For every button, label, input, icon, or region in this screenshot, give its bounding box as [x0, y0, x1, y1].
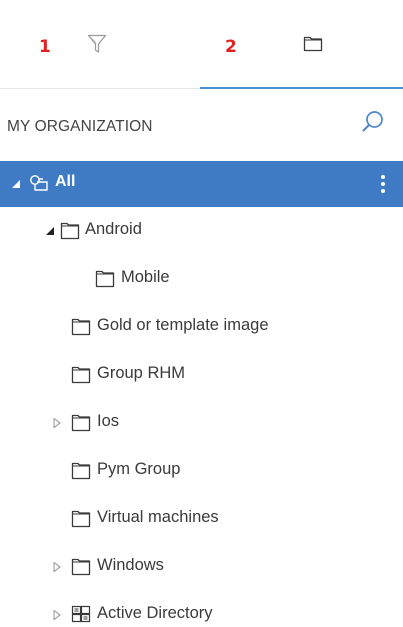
folder-icon — [60, 222, 80, 240]
tree-node-ios[interactable]: Ios — [0, 399, 403, 447]
tree-node-label: Active Directory — [97, 604, 213, 622]
tree-node-group-rhm[interactable]: Group RHM — [0, 351, 403, 399]
tree-node-label: Ios — [97, 412, 120, 430]
device-tree-panel: 1 2 MY ORGANIZATION All Android Mobile G… — [0, 0, 403, 627]
tree-node-label: All — [55, 173, 76, 190]
tree-node-label: Group RHM — [97, 364, 186, 382]
more-options-icon[interactable] — [378, 173, 388, 195]
tab-filters-number: 1 — [39, 37, 51, 57]
collapsed-arrow-icon[interactable] — [50, 560, 64, 574]
folder-icon — [71, 510, 91, 528]
tree-node-label: Gold or template image — [97, 316, 269, 334]
folder-icon — [303, 36, 323, 52]
tree-node-all[interactable]: All — [0, 161, 403, 207]
tab-folders[interactable]: 2 — [200, 0, 403, 89]
tree-node-mobile[interactable]: Mobile — [0, 255, 403, 303]
tree-node-virtual-machines[interactable]: Virtual machines — [0, 495, 403, 543]
organization-header: MY ORGANIZATION — [0, 89, 403, 161]
expand-arrow-icon[interactable] — [43, 224, 57, 238]
tree-node-label: Android — [85, 220, 142, 238]
tree-node-label: Windows — [97, 556, 164, 574]
tree-node-pym-group[interactable]: Pym Group — [0, 447, 403, 495]
tree-node-label: Pym Group — [97, 460, 181, 478]
collapsed-arrow-icon[interactable] — [50, 608, 64, 622]
search-icon[interactable] — [359, 108, 387, 136]
tab-bar: 1 2 — [0, 0, 403, 89]
tab-folders-number: 2 — [225, 37, 237, 57]
tree-node-windows[interactable]: Windows — [0, 543, 403, 591]
folder-icon — [71, 462, 91, 480]
tree-node-label: Mobile — [121, 268, 170, 286]
tree-node-active-directory[interactable]: Active Directory — [0, 591, 403, 627]
folder-icon — [71, 558, 91, 576]
tree-node-label: Virtual machines — [97, 508, 219, 526]
folder-icon — [95, 270, 115, 288]
page-title: MY ORGANIZATION — [7, 118, 153, 135]
folder-icon — [71, 318, 91, 336]
tab-filters[interactable]: 1 — [0, 0, 200, 88]
active-directory-icon — [71, 605, 91, 623]
folder-icon — [71, 414, 91, 432]
tree-node-gold-or-template-image[interactable]: Gold or template image — [0, 303, 403, 351]
expand-arrow-icon[interactable] — [9, 177, 23, 191]
multi-folder-icon — [30, 175, 48, 191]
folder-tree: All Android Mobile Gold or template imag… — [0, 161, 403, 627]
collapsed-arrow-icon[interactable] — [50, 416, 64, 430]
folder-icon — [71, 366, 91, 384]
tree-node-android[interactable]: Android — [0, 207, 403, 255]
filter-icon — [87, 34, 107, 53]
